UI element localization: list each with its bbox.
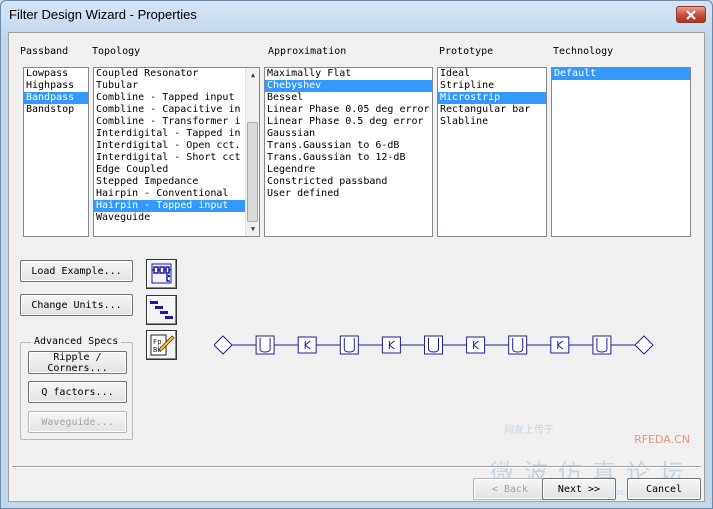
close-icon bbox=[686, 9, 696, 20]
bottom-separator bbox=[12, 466, 701, 468]
approximation-list-item[interactable]: Gaussian bbox=[265, 128, 432, 140]
scroll-up-icon[interactable]: ▲ bbox=[246, 68, 259, 82]
scroll-down-icon[interactable]: ▼ bbox=[246, 222, 259, 236]
next-button[interactable]: Next >> bbox=[542, 478, 616, 500]
title-bar[interactable]: Filter Design Wizard - Properties bbox=[1, 1, 712, 29]
topology-list-item[interactable]: Edge Coupled bbox=[94, 164, 245, 176]
prototype-label: Prototype bbox=[439, 46, 494, 57]
passband-list[interactable]: Lowpass Highpass Bandpass Bandstop bbox=[23, 67, 89, 237]
ripple-corners-button[interactable]: Ripple / Corners... bbox=[28, 351, 127, 374]
approximation-list-item[interactable]: User defined bbox=[265, 188, 432, 200]
schematic-view-button[interactable] bbox=[146, 259, 177, 289]
topology-list-item[interactable]: Combline - Capacitive in bbox=[94, 104, 245, 116]
approximation-list[interactable]: Maximally Flat Chebyshev Bessel Linear Phas… bbox=[264, 67, 433, 237]
advanced-specs-title: Advanced Specs bbox=[31, 336, 122, 347]
topology-list-item[interactable]: Tubular bbox=[94, 80, 245, 92]
technology-list-item[interactable]: Default bbox=[552, 68, 690, 80]
circuit-schematic-icon bbox=[151, 263, 172, 284]
topology-list-item[interactable]: Interdigital - Short cct bbox=[94, 152, 245, 164]
notepad-pencil-icon: Fp Bk bbox=[150, 334, 175, 356]
prototype-list-item[interactable]: Slabline bbox=[438, 116, 546, 128]
port-symbol bbox=[634, 335, 654, 355]
coupling-element bbox=[381, 336, 401, 354]
approximation-list-item[interactable]: Trans.Gaussian to 6-dB bbox=[265, 140, 432, 152]
resonator-element bbox=[339, 335, 359, 355]
port-symbol bbox=[214, 335, 233, 355]
layout-view-button[interactable] bbox=[146, 295, 177, 325]
topology-list-item[interactable]: Hairpin - Tapped input bbox=[94, 200, 245, 212]
cancel-button[interactable]: Cancel bbox=[627, 478, 701, 500]
watermark-uploader: 网友上传于 bbox=[504, 425, 554, 436]
load-example-button[interactable]: Load Example... bbox=[20, 260, 133, 282]
topology-list-item[interactable]: Combline - Transformer i bbox=[94, 116, 245, 128]
topology-scrollbar[interactable]: ▲ ▼ bbox=[245, 68, 259, 236]
passband-list-item[interactable]: Lowpass bbox=[24, 68, 88, 80]
q-factors-button[interactable]: Q factors... bbox=[28, 381, 127, 403]
passband-label: Passband bbox=[20, 46, 69, 57]
approximation-list-item[interactable]: Trans.Gaussian to 12-dB bbox=[265, 152, 432, 164]
dialog-client-area: Passband Topology Approximation Prototyp… bbox=[8, 32, 705, 502]
back-button[interactable]: < Back bbox=[473, 478, 547, 500]
prototype-list-item[interactable]: Microstrip bbox=[438, 92, 546, 104]
approximation-list-item[interactable]: Linear Phase 0.05 deg error bbox=[265, 104, 432, 116]
passband-list-item[interactable]: Bandpass bbox=[24, 92, 88, 104]
stepped-layout-icon bbox=[150, 301, 173, 319]
topology-list-item[interactable]: Coupled Resonator bbox=[94, 68, 245, 80]
topology-list-item[interactable]: Interdigital - Tapped in bbox=[94, 128, 245, 140]
window-title: Filter Design Wizard - Properties bbox=[9, 7, 197, 22]
watermark-brand: RFEDA.CN bbox=[634, 433, 690, 446]
dialog-window: Filter Design Wizard - Properties Passba… bbox=[0, 0, 713, 509]
resonator-element bbox=[255, 335, 275, 355]
prototype-list-item[interactable]: Stripline bbox=[438, 80, 546, 92]
passband-list-item[interactable]: Bandstop bbox=[24, 104, 88, 116]
topology-list-item[interactable]: Interdigital - Open cct. bbox=[94, 140, 245, 152]
waveguide-button[interactable]: Waveguide... bbox=[28, 411, 127, 433]
topology-list-item[interactable]: Combline - Tapped input bbox=[94, 92, 245, 104]
edit-notes-button[interactable]: Fp Bk bbox=[146, 330, 177, 360]
coupling-element bbox=[550, 336, 570, 354]
coupling-element bbox=[297, 336, 317, 354]
resonator-element bbox=[592, 335, 612, 355]
passband-list-item[interactable]: Highpass bbox=[24, 80, 88, 92]
svg-text:Fp: Fp bbox=[153, 338, 161, 346]
change-units-button[interactable]: Change Units... bbox=[20, 294, 133, 316]
topology-list[interactable]: Coupled Resonator Tubular Combline - Tappe… bbox=[93, 67, 260, 237]
approximation-list-item[interactable]: Chebyshev bbox=[265, 80, 432, 92]
approximation-label: Approximation bbox=[268, 46, 347, 57]
resonator-element bbox=[508, 335, 528, 355]
prototype-list[interactable]: Ideal Stripline Microstrip Rectangular bar S… bbox=[437, 67, 547, 237]
coupling-element bbox=[466, 336, 486, 354]
approximation-list-item[interactable]: Constricted passband bbox=[265, 176, 432, 188]
technology-label: Technology bbox=[553, 46, 614, 57]
approximation-list-item[interactable]: Legendre bbox=[265, 164, 432, 176]
filter-schematic bbox=[214, 335, 654, 355]
prototype-list-item[interactable]: Ideal bbox=[438, 68, 546, 80]
resonator-element bbox=[424, 335, 443, 355]
approximation-list-item[interactable]: Bessel bbox=[265, 92, 432, 104]
approximation-list-item[interactable]: Linear Phase 0.5 deg error bbox=[265, 116, 432, 128]
scroll-thumb[interactable] bbox=[247, 122, 258, 222]
prototype-list-item[interactable]: Rectangular bar bbox=[438, 104, 546, 116]
topology-list-item[interactable]: Stepped Impedance bbox=[94, 176, 245, 188]
topology-label: Topology bbox=[92, 46, 141, 57]
close-button[interactable] bbox=[676, 6, 706, 23]
topology-list-item[interactable]: Hairpin - Conventional bbox=[94, 188, 245, 200]
approximation-list-item[interactable]: Maximally Flat bbox=[265, 68, 432, 80]
technology-list[interactable]: Default bbox=[551, 67, 691, 237]
topology-list-item[interactable]: Waveguide bbox=[94, 212, 245, 224]
